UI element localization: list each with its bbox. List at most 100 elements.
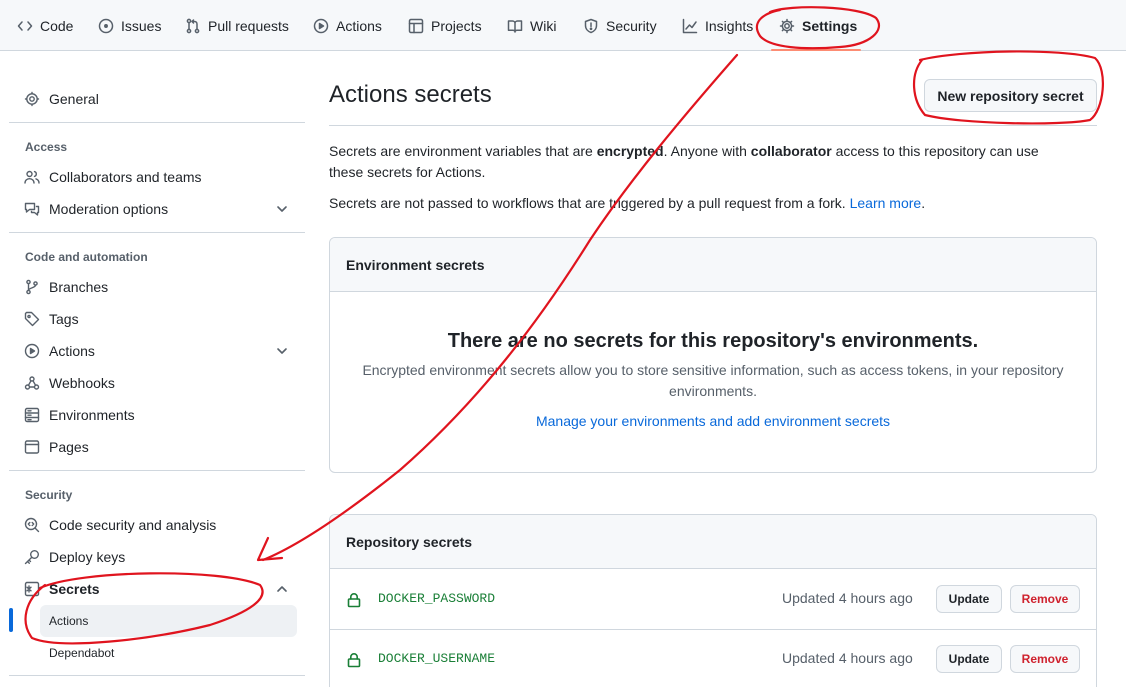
secret-updated-time: Updated 4 hours ago [782, 590, 913, 606]
tab-issues[interactable]: Issues [98, 0, 161, 51]
sidebar-heading-access: Access [25, 140, 68, 154]
sidebar-item-environments[interactable]: Environments [24, 399, 302, 431]
sidebar-subitem-actions[interactable]: Actions [40, 605, 297, 637]
learn-more-link[interactable]: Learn more [850, 195, 922, 211]
desc-text: Secrets are not passed to workflows that… [329, 195, 850, 211]
secret-row: DOCKER_USERNAME Updated 4 hours ago Upda… [330, 630, 1096, 687]
comment-discussion-icon [24, 202, 40, 216]
description-encrypted: Secrets are environment variables that a… [329, 141, 1069, 183]
sidebar-item-label: Branches [49, 279, 109, 295]
settings-sidebar: General Access Collaborators and teams M… [0, 51, 320, 687]
sidebar-item-actions[interactable]: Actions [24, 335, 302, 367]
tab-code[interactable]: Code [17, 0, 73, 51]
desc-bold-encrypted: encrypted [596, 143, 664, 159]
tab-projects-label: Projects [431, 17, 482, 34]
tab-pull-requests[interactable]: Pull requests [185, 0, 289, 51]
description-fork: Secrets are not passed to workflows that… [329, 193, 1069, 214]
sidebar-item-label: Moderation options [49, 201, 169, 217]
tab-settings[interactable]: Settings [779, 0, 857, 51]
environment-secrets-box: Environment secrets There are no secrets… [329, 237, 1097, 473]
sidebar-divider [9, 232, 305, 233]
sidebar-item-tags[interactable]: Tags [24, 303, 302, 335]
repository-secrets-header: Repository secrets [330, 515, 1096, 569]
manage-environments-link[interactable]: Manage your environments and add environ… [330, 413, 1096, 429]
sidebar-divider [9, 675, 305, 676]
sidebar-item-secrets[interactable]: Secrets [24, 573, 302, 605]
gear-icon [24, 91, 40, 107]
sidebar-item-deploy-keys[interactable]: Deploy keys [24, 541, 302, 573]
chevron-down-icon [277, 348, 287, 354]
sidebar-item-label: Environments [49, 407, 135, 423]
sidebar-heading-code-automation: Code and automation [25, 250, 148, 264]
tab-actions[interactable]: Actions [313, 0, 382, 51]
tab-insights-label: Insights [705, 17, 754, 34]
webhook-icon [24, 376, 40, 390]
desc-text: Secrets are environment variables that a… [329, 143, 597, 159]
tab-pull-requests-label: Pull requests [208, 17, 289, 34]
remove-secret-button[interactable]: Remove [1010, 645, 1080, 673]
key-asterisk-icon [24, 581, 40, 597]
selected-indicator [9, 608, 13, 632]
git-branch-icon [26, 279, 38, 295]
tab-actions-label: Actions [336, 17, 382, 34]
sidebar-item-general[interactable]: General [24, 83, 302, 115]
server-icon [24, 407, 40, 423]
git-pull-request-icon [186, 18, 200, 33]
sidebar-divider [9, 470, 305, 471]
secret-name: DOCKER_USERNAME [378, 651, 496, 666]
sidebar-item-label: Secrets [49, 581, 100, 597]
environment-secrets-header: Environment secrets [330, 238, 1096, 292]
shield-icon [584, 18, 598, 33]
sidebar-heading-security: Security [25, 488, 73, 502]
desc-text: . [921, 195, 926, 211]
sidebar-item-webhooks[interactable]: Webhooks [24, 367, 302, 399]
lock-icon [347, 593, 361, 608]
tab-wiki[interactable]: Wiki [507, 0, 556, 51]
key-icon [24, 550, 39, 565]
tab-insights[interactable]: Insights [682, 0, 753, 51]
tag-icon [24, 311, 40, 327]
new-repository-secret-button[interactable]: New repository secret [924, 79, 1097, 112]
sidebar-item-moderation[interactable]: Moderation options [24, 193, 302, 225]
update-secret-button[interactable]: Update [936, 645, 1002, 673]
sidebar-item-label: Webhooks [49, 375, 115, 391]
sidebar-divider [9, 122, 305, 123]
sidebar-item-collaborators[interactable]: Collaborators and teams [24, 161, 302, 193]
sidebar-item-pages[interactable]: Pages [24, 431, 302, 463]
remove-secret-button[interactable]: Remove [1010, 585, 1080, 613]
desc-text: . Anyone with [663, 143, 751, 159]
repo-tab-nav: Code Issues Pull requests Actions Projec… [0, 0, 1126, 51]
sidebar-item-label: Tags [49, 311, 79, 327]
gear-icon [779, 18, 795, 33]
tab-projects[interactable]: Projects [408, 0, 482, 51]
sidebar-item-label: Code security and analysis [49, 517, 217, 533]
sidebar-item-label: General [49, 91, 99, 107]
chevron-up-icon [277, 586, 287, 592]
sidebar-subitem-dependabot[interactable]: Dependabot [40, 637, 297, 669]
tab-security[interactable]: Security [583, 0, 657, 51]
secret-updated-time: Updated 4 hours ago [782, 650, 913, 666]
page-title: Actions secrets [329, 81, 492, 108]
table-icon [408, 18, 424, 33]
chevron-down-icon [277, 206, 287, 212]
tab-wiki-label: Wiki [530, 17, 557, 34]
sidebar-item-code-security[interactable]: Code security and analysis [24, 509, 302, 541]
book-icon [507, 19, 523, 33]
sidebar-item-label: Deploy keys [49, 549, 126, 565]
repository-secrets-box: Repository secrets DOCKER_PASSWORD Updat… [329, 514, 1097, 687]
sidebar-item-label: Actions [49, 343, 95, 359]
update-secret-button[interactable]: Update [936, 585, 1002, 613]
sidebar-item-branches[interactable]: Branches [24, 271, 302, 303]
issue-opened-icon [98, 18, 114, 33]
sidebar-item-label: Collaborators and teams [49, 169, 202, 185]
sidebar-subitem-label: Actions [49, 614, 89, 628]
play-icon [313, 18, 329, 33]
desc-bold-collaborator: collaborator [750, 143, 832, 159]
graph-icon [682, 18, 698, 33]
tab-code-label: Code [40, 17, 74, 34]
lock-icon [347, 653, 361, 668]
code-icon [17, 20, 33, 31]
tab-security-label: Security [606, 17, 657, 34]
blankslate-title: There are no secrets for this repository… [447, 330, 979, 352]
active-tab-underline [771, 49, 861, 51]
